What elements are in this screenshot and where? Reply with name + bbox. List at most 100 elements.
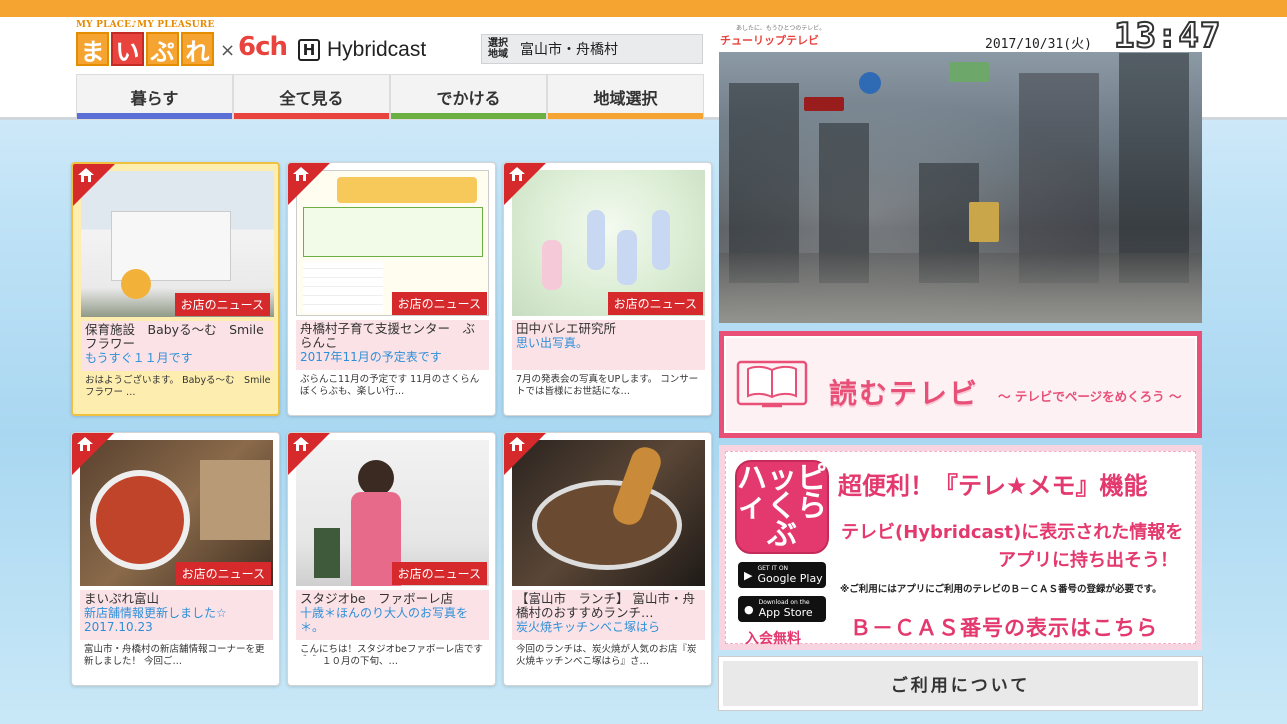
happi-title: 超便利！『テレ★メモ』機能 bbox=[838, 472, 1148, 500]
card-title: 舟橋村子育て支援センター ぶらんこ bbox=[300, 321, 476, 350]
bcas-link[interactable]: Ｂ－ＣＡＳ番号の表示はこちら bbox=[850, 612, 1158, 642]
card-title: まいぷれ富山 bbox=[84, 591, 160, 606]
google-play-badge[interactable]: ▶ GET IT ON Google Play bbox=[738, 562, 826, 588]
happi-line-1: テレビ(Hybridcast)に表示された情報を bbox=[841, 522, 1184, 543]
tab-label: 地域選択 bbox=[593, 89, 658, 108]
dancer-shape bbox=[542, 240, 562, 290]
card-subtitle: 新店舗情報更新しました☆ 2017.10.23 bbox=[84, 606, 227, 634]
tab-label: 全て見る bbox=[279, 89, 344, 108]
tab-region[interactable]: 地域選択 bbox=[547, 74, 704, 120]
play-icon: ▶ bbox=[744, 568, 753, 582]
news-card[interactable]: お店のニュース 田中バレエ研究所 思い出写真。 7月の発表会の写真をUPします。… bbox=[503, 162, 712, 416]
channel-number: 6ch bbox=[238, 32, 288, 62]
happi-club-app-icon: ハッピィくらぶ bbox=[735, 460, 829, 554]
news-card[interactable]: お店のニュース まいぷれ富山 新店舗情報更新しました☆ 2017.10.23 富… bbox=[71, 432, 280, 686]
home-icon bbox=[77, 437, 93, 451]
happi-club-inner: ハッピィくらぶ ▶ GET IT ON Google Play ● Downlo… bbox=[725, 451, 1196, 647]
tab-kurasu[interactable]: 暮らす bbox=[76, 74, 233, 120]
card-meta: 【富山市 ランチ】 富山市・舟橋村のおすすめランチ… 炭火焼キッチンべこ塚はら bbox=[512, 590, 705, 640]
person-head bbox=[358, 460, 394, 496]
card-title: 保育施設 Babyる～む Smileフラワー bbox=[85, 322, 264, 351]
home-icon bbox=[78, 168, 94, 182]
region-selector[interactable]: 選択 地域 富山市・舟橋村 bbox=[481, 34, 703, 64]
card-meta: スタジオbe ファボーレ店 十歳＊ほんのり大人のお写真を＊。 bbox=[296, 590, 489, 640]
building-shape bbox=[1019, 73, 1099, 283]
logo-cross: × bbox=[220, 40, 236, 61]
home-icon bbox=[509, 167, 525, 181]
hybridcast-icon: H bbox=[298, 39, 320, 61]
news-card[interactable]: 【富山市 ランチ】 富山市・舟橋村のおすすめランチ… 炭火焼キッチンべこ塚はら … bbox=[503, 432, 712, 686]
news-card[interactable]: お店のニュース 舟橋村子育て支援センター ぶらんこ 2017年11月の予定表です… bbox=[287, 162, 496, 416]
flyer-calendar bbox=[303, 261, 383, 313]
flyer-box bbox=[303, 207, 483, 257]
card-meta: 舟橋村子育て支援センター ぶらんこ 2017年11月の予定表です bbox=[296, 320, 489, 370]
card-description: 7月の発表会の写真をUPします。 コンサートでは皆様にお世話にな… bbox=[516, 374, 699, 397]
dancer-shape bbox=[617, 230, 637, 285]
apple-icon: ● bbox=[744, 602, 754, 616]
card-subtitle: 炭火焼キッチンべこ塚はら bbox=[516, 620, 661, 634]
card-description: 今回のランチは、炭火焼が人気のお店『炭火焼キッチンべこ塚はら』さ… bbox=[516, 644, 697, 667]
app-store-label: App Store bbox=[758, 606, 813, 619]
dancer-shape bbox=[587, 210, 605, 270]
card-title: 【富山市 ランチ】 富山市・舟橋村のおすすめランチ… bbox=[516, 591, 695, 620]
sign-shape bbox=[949, 62, 989, 82]
tab-color-bar bbox=[77, 113, 232, 119]
happi-line-2: アプリに持ち出そう！ bbox=[998, 550, 1178, 571]
logo-char-2: い bbox=[111, 32, 144, 66]
tab-color-bar bbox=[234, 113, 389, 119]
sun-shape bbox=[121, 269, 151, 299]
logo-char-1: ま bbox=[76, 32, 109, 66]
broadcaster-name: チューリップテレビ bbox=[720, 34, 819, 47]
card-meta: 田中バレエ研究所 思い出写真。 bbox=[512, 320, 705, 370]
google-play-label: Google Play bbox=[757, 572, 823, 585]
sign-shape bbox=[804, 97, 844, 111]
card-subtitle: 思い出写真。 bbox=[516, 336, 589, 350]
app-store-small: Download on the bbox=[758, 599, 810, 606]
tab-color-bar bbox=[391, 113, 546, 119]
card-meta: 保育施設 Babyる～む Smileフラワー もうすぐ１１月です bbox=[81, 321, 274, 371]
broadcaster-tagline: あしたに、もうひとつのテレビ。 bbox=[736, 25, 826, 32]
yomu-tv-inner: 読むテレビ ～ テレビでページをめくろう ～ bbox=[724, 336, 1197, 433]
logo-char-4: れ bbox=[181, 32, 214, 66]
top-accent-bar bbox=[0, 0, 1287, 17]
region-value: 富山市・舟橋村 bbox=[520, 42, 618, 58]
app-store-text: Download on the App Store bbox=[759, 599, 813, 619]
tab-color-bar bbox=[548, 113, 703, 119]
home-icon bbox=[293, 167, 309, 181]
tab-label: でかける bbox=[436, 89, 501, 108]
card-subtitle: 2017年11月の予定表です bbox=[300, 350, 442, 364]
hybridcast-text: Hybridcast bbox=[327, 38, 427, 61]
card-title: スタジオbe ファボーレ店 bbox=[300, 591, 454, 606]
news-card[interactable]: お店のニュース 保育施設 Babyる～む Smileフラワー もうすぐ１１月です… bbox=[71, 162, 280, 416]
news-card[interactable]: お店のニュース スタジオbe ファボーレ店 十歳＊ほんのり大人のお写真を＊。 こ… bbox=[287, 432, 496, 686]
region-label: 選択 地域 bbox=[488, 38, 508, 60]
sign-shape bbox=[969, 202, 999, 242]
news-badge: お店のニュース bbox=[174, 293, 270, 316]
news-badge: お店のニュース bbox=[391, 562, 487, 585]
book-tv-icon bbox=[736, 360, 808, 408]
terms-button[interactable]: ご利用について bbox=[719, 657, 1202, 710]
join-free-label: 入会無料 bbox=[745, 631, 801, 647]
app-store-badge[interactable]: ● Download on the App Store bbox=[738, 596, 826, 622]
happi-note: ※ご利用にはアプリにご利用のテレビのＢ－ＣＡＳ番号の登録が必要です。 bbox=[840, 584, 1162, 595]
tab-all[interactable]: 全て見る bbox=[233, 74, 390, 120]
tab-dekakeru[interactable]: でかける bbox=[390, 74, 547, 120]
yomu-tv-banner[interactable]: 読むテレビ ～ テレビでページをめくろう ～ bbox=[719, 331, 1202, 438]
plate-shape bbox=[532, 480, 682, 570]
happi-club-banner[interactable]: ハッピィくらぶ ▶ GET IT ON Google Play ● Downlo… bbox=[719, 445, 1202, 650]
home-icon bbox=[293, 437, 309, 451]
broadcaster-logo: あしたに、もうひとつのテレビ。 チューリップテレビ bbox=[720, 23, 825, 48]
logo-tagline: MY PLACE♪MY PLEASURE bbox=[76, 20, 215, 30]
card-subtitle: もうすぐ１１月です bbox=[85, 351, 193, 365]
card-title: 田中バレエ研究所 bbox=[516, 321, 617, 336]
news-badge: お店のニュース bbox=[391, 292, 487, 315]
home-icon bbox=[509, 437, 525, 451]
news-badge: お店のニュース bbox=[175, 562, 271, 585]
dancer-shape bbox=[652, 210, 670, 270]
interior-shape bbox=[200, 460, 270, 540]
card-description: 富山市・舟橋村の新店舗情報コーナーを更新しました！ 今回ご… bbox=[84, 644, 265, 667]
google-play-text: GET IT ON Google Play bbox=[757, 565, 822, 585]
logo-char-3: ぷ bbox=[146, 32, 179, 66]
crowd-shape bbox=[719, 253, 1202, 323]
stew-bowl bbox=[90, 470, 190, 570]
